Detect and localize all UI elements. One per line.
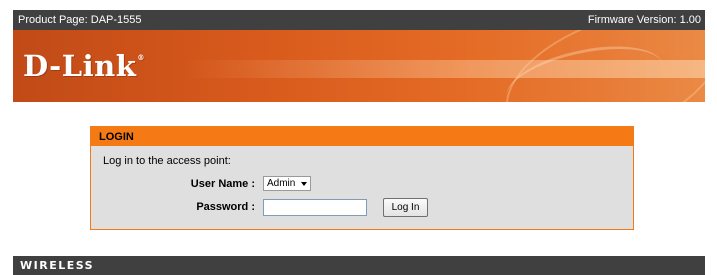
logo-registered-mark: ® xyxy=(137,53,145,62)
firmware-version-label: Firmware Version: 1.00 xyxy=(587,14,701,26)
login-button-label: Log In xyxy=(391,202,420,213)
dlink-logo: D-Link® xyxy=(23,49,145,83)
footer-bar: WIRELESS xyxy=(13,256,705,275)
password-label: Password : xyxy=(196,201,255,213)
username-label: User Name : xyxy=(190,178,255,190)
footer-label: WIRELESS xyxy=(20,259,95,272)
header-banner: D-Link® xyxy=(13,30,705,102)
login-button[interactable]: Log In xyxy=(383,198,428,217)
login-panel-header: LOGIN xyxy=(91,127,633,146)
top-bar: Product Page: DAP-1555 Firmware Version:… xyxy=(13,10,705,30)
login-title: LOGIN xyxy=(99,130,134,143)
chevron-down-icon xyxy=(301,182,307,186)
product-page-label: Product Page: DAP-1555 xyxy=(18,14,142,26)
login-panel: LOGIN Log in to the access point: User N… xyxy=(90,126,634,230)
username-select[interactable]: Admin xyxy=(263,176,311,191)
username-select-value: Admin xyxy=(267,178,296,189)
logo-text: D-Link xyxy=(23,49,137,83)
password-field[interactable] xyxy=(263,199,367,216)
login-description: Log in to the access point: xyxy=(103,155,231,167)
